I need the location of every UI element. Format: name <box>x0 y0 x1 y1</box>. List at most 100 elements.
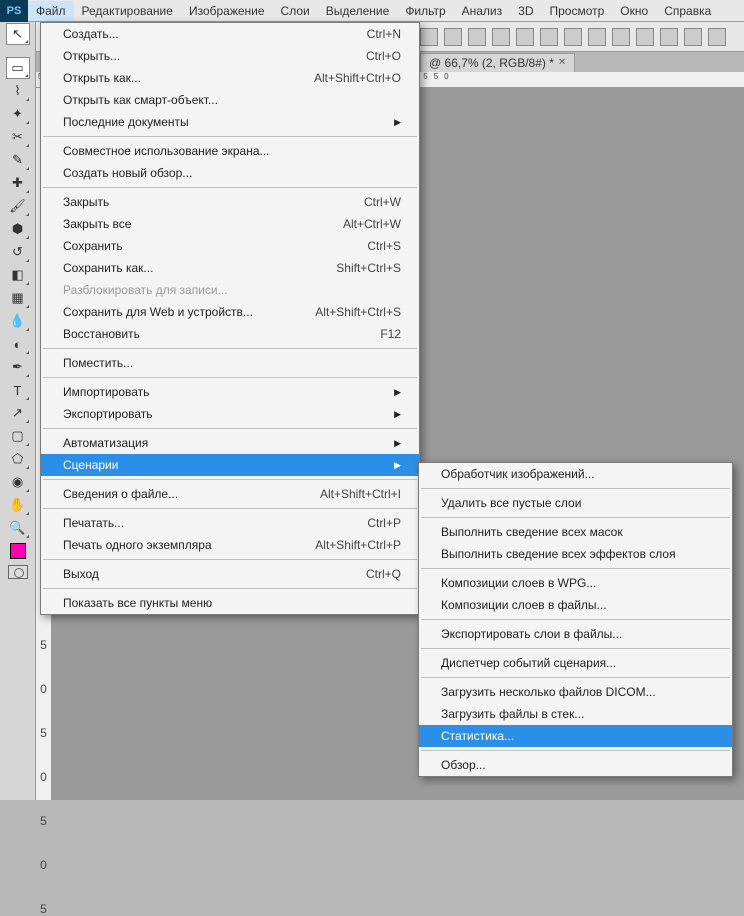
menu-separator <box>43 479 417 480</box>
menu-item-shortcut: Ctrl+S <box>367 239 401 253</box>
tool-3dcam[interactable]: ◉ <box>6 471 30 493</box>
menu-item[interactable]: ВосстановитьF12 <box>41 323 419 345</box>
menu-image[interactable]: Изображение <box>181 1 273 21</box>
menu-item[interactable]: Композиции слоев в WPG... <box>419 572 732 594</box>
menu-filter[interactable]: Фильтр <box>397 1 453 21</box>
opt-icon[interactable] <box>660 28 678 46</box>
menu-item[interactable]: Показать все пункты меню <box>41 592 419 614</box>
opt-icon[interactable] <box>444 28 462 46</box>
tool-brush[interactable]: 🖌 <box>6 195 30 217</box>
tool-move[interactable]: ↖ <box>6 23 30 45</box>
menu-item[interactable]: Экспортировать слои в файлы... <box>419 623 732 645</box>
menu-item[interactable]: ВыходCtrl+Q <box>41 563 419 585</box>
tool-blur[interactable]: 💧 <box>6 310 30 332</box>
menu-item[interactable]: Статистика... <box>419 725 732 747</box>
menu-item[interactable]: Выполнить сведение всех масок <box>419 521 732 543</box>
menu-item[interactable]: СохранитьCtrl+S <box>41 235 419 257</box>
menu-item[interactable]: Создать новый обзор... <box>41 162 419 184</box>
close-icon[interactable]: ✕ <box>558 57 566 68</box>
menu-layers[interactable]: Слои <box>273 1 318 21</box>
tool-marquee[interactable]: ▭ <box>6 57 30 79</box>
opt-icon[interactable] <box>684 28 702 46</box>
menu-item-label: Выполнить сведение всех эффектов слоя <box>441 547 676 561</box>
quick-mask-icon[interactable] <box>8 565 28 579</box>
menu-item-shortcut: Alt+Shift+Ctrl+S <box>315 305 401 319</box>
menu-item[interactable]: Импортировать▶ <box>41 381 419 403</box>
tool-pen[interactable]: ✒ <box>6 356 30 378</box>
menu-3d[interactable]: 3D <box>510 1 541 21</box>
menu-item[interactable]: Создать...Ctrl+N <box>41 23 419 45</box>
menu-item[interactable]: ЗакрытьCtrl+W <box>41 191 419 213</box>
menu-item[interactable]: Открыть как смарт-объект... <box>41 89 419 111</box>
menu-file[interactable]: Файл <box>28 1 74 21</box>
menu-item[interactable]: Обзор... <box>419 754 732 776</box>
foreground-color-swatch[interactable] <box>10 543 26 559</box>
menu-item[interactable]: Открыть...Ctrl+O <box>41 45 419 67</box>
opt-icon[interactable] <box>420 28 438 46</box>
menu-item-label: Импортировать <box>63 385 149 399</box>
menu-item[interactable]: Последние документы▶ <box>41 111 419 133</box>
opt-icon[interactable] <box>468 28 486 46</box>
opt-icon[interactable] <box>540 28 558 46</box>
menu-item[interactable]: Печать одного экземпляраAlt+Shift+Ctrl+P <box>41 534 419 556</box>
opt-icon[interactable] <box>612 28 630 46</box>
tool-gradient[interactable]: ▦ <box>6 287 30 309</box>
opt-icon[interactable] <box>636 28 654 46</box>
menu-item[interactable]: Удалить все пустые слои <box>419 492 732 514</box>
menu-item[interactable]: Открыть как...Alt+Shift+Ctrl+O <box>41 67 419 89</box>
opt-icon[interactable] <box>564 28 582 46</box>
menu-item[interactable]: Выполнить сведение всех эффектов слоя <box>419 543 732 565</box>
menu-separator <box>43 508 417 509</box>
menu-analysis[interactable]: Анализ <box>454 1 511 21</box>
tool-history[interactable]: ↺ <box>6 241 30 263</box>
tool-lasso[interactable]: ⌇ <box>6 80 30 102</box>
tool-heal[interactable]: ✚ <box>6 172 30 194</box>
menu-item[interactable]: Сохранить как...Shift+Ctrl+S <box>41 257 419 279</box>
tool-crop[interactable]: ✂ <box>6 126 30 148</box>
menu-item-label: Сведения о файле... <box>63 487 178 501</box>
opt-icon[interactable] <box>516 28 534 46</box>
tool-shape[interactable]: ▢ <box>6 425 30 447</box>
menu-view[interactable]: Просмотр <box>541 1 612 21</box>
menu-select[interactable]: Выделение <box>318 1 398 21</box>
opt-icon[interactable] <box>588 28 606 46</box>
tool-eyedropper[interactable]: ✎ <box>6 149 30 171</box>
menu-item[interactable]: Сведения о файле...Alt+Shift+Ctrl+I <box>41 483 419 505</box>
menu-item[interactable]: Совместное использование экрана... <box>41 140 419 162</box>
tool-eraser[interactable]: ◧ <box>6 264 30 286</box>
menu-item[interactable]: Обработчик изображений... <box>419 463 732 485</box>
tool-wand[interactable]: ✦ <box>6 103 30 125</box>
menu-item[interactable]: Автоматизация▶ <box>41 432 419 454</box>
opt-icon[interactable] <box>708 28 726 46</box>
tool-3d[interactable]: ⬠ <box>6 448 30 470</box>
menu-item-label: Обработчик изображений... <box>441 467 595 481</box>
menu-item[interactable]: Закрыть всеAlt+Ctrl+W <box>41 213 419 235</box>
app-logo: PS <box>0 0 28 22</box>
tool-zoom[interactable]: 🔍 <box>6 517 30 539</box>
menu-item[interactable]: Загрузить несколько файлов DICOM... <box>419 681 732 703</box>
menu-item[interactable]: Сохранить для Web и устройств...Alt+Shif… <box>41 301 419 323</box>
opt-icon[interactable] <box>492 28 510 46</box>
menu-item-label: Композиции слоев в файлы... <box>441 598 607 612</box>
tool-type[interactable]: T <box>6 379 30 401</box>
tool-path[interactable]: ↗ <box>6 402 30 424</box>
menu-item[interactable]: Загрузить файлы в стек... <box>419 703 732 725</box>
menu-item[interactable]: Композиции слоев в файлы... <box>419 594 732 616</box>
document-tab[interactable]: @ 66,7% (2, RGB/8#) * ✕ <box>420 53 575 72</box>
menu-item[interactable]: Экспортировать▶ <box>41 403 419 425</box>
menu-help[interactable]: Справка <box>656 1 719 21</box>
menu-window[interactable]: Окно <box>612 1 656 21</box>
menu-item[interactable]: Диспетчер событий сценария... <box>419 652 732 674</box>
menu-item-label: Открыть как смарт-объект... <box>63 93 218 107</box>
menu-item[interactable]: Сценарии▶ <box>41 454 419 476</box>
document-title: @ 66,7% (2, RGB/8#) * <box>429 56 554 70</box>
menu-edit[interactable]: Редактирование <box>74 1 181 21</box>
menu-item-label: Последние документы <box>63 115 189 129</box>
menu-item[interactable]: Поместить... <box>41 352 419 374</box>
menu-item[interactable]: Печатать...Ctrl+P <box>41 512 419 534</box>
menu-item-label: Загрузить несколько файлов DICOM... <box>441 685 656 699</box>
menu-item-label: Создать новый обзор... <box>63 166 192 180</box>
tool-dodge[interactable]: ◐ <box>6 333 30 355</box>
tool-stamp[interactable]: ⬢ <box>6 218 30 240</box>
tool-hand[interactable]: ✋ <box>6 494 30 516</box>
